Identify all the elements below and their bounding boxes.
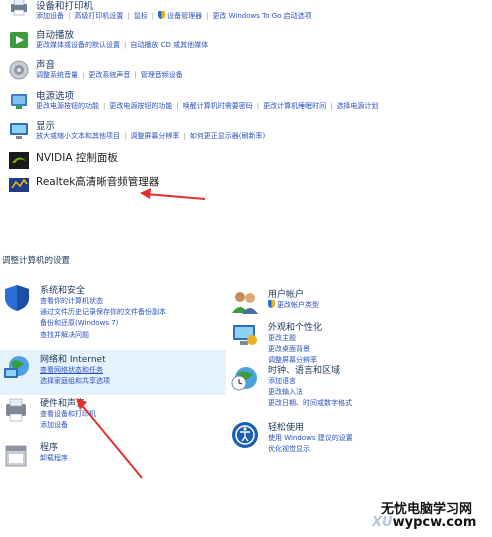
- link-network-status[interactable]: 查看网络状态和任务: [40, 365, 110, 376]
- link-recommended-settings[interactable]: 使用 Windows 建议的设置: [268, 433, 353, 444]
- link-autoplay-cd[interactable]: 自动播放 CD 或其他媒体: [130, 41, 208, 49]
- category-links: 添加语言 更改输入法 更改日期、时间或数字格式: [268, 376, 352, 410]
- link-desktop-background[interactable]: 更改桌面背景: [268, 344, 317, 355]
- link-resolution[interactable]: 调整屏幕分辨率: [130, 132, 179, 140]
- category-links: 更改媒体或设备的默认设置 | 自动播放 CD 或其他媒体: [36, 41, 209, 49]
- category-title[interactable]: 自动播放: [36, 27, 74, 41]
- watermark-prefix: XU: [372, 515, 393, 530]
- category-nvidia[interactable]: NVIDIA 控制面板: [8, 148, 492, 169]
- link-device-manager[interactable]: 设备管理器: [167, 12, 202, 20]
- link-refresh-rate[interactable]: 如何更正显示器(刷新率): [190, 132, 265, 140]
- category-title[interactable]: 硬件和声音: [40, 396, 85, 409]
- category-links: 卸载程序: [40, 453, 68, 464]
- link-add-language[interactable]: 添加语言: [268, 376, 352, 387]
- watermark-domain: wypcw.com: [392, 515, 477, 530]
- category-title[interactable]: 电源选项: [36, 88, 74, 102]
- watermark-url: XUwypcw.com: [372, 515, 476, 530]
- category-devices-printers[interactable]: 设备和打印机 添加设备 | 高级打印机设置 | 鼠标 | 设备管理器 | 更改 Windows …: [8, 0, 492, 24]
- category-hardware-sound[interactable]: 硬件和声音 查看设备和打印机 添加设备: [2, 396, 222, 436]
- category-title[interactable]: 用户帐户: [268, 287, 304, 300]
- power-icon: [11, 94, 27, 109]
- category-title[interactable]: NVIDIA 控制面板: [36, 150, 118, 165]
- category-links: 查看设备和打印机 添加设备: [40, 409, 96, 431]
- link-media-defaults[interactable]: 更改媒体或设备的默认设置: [36, 41, 120, 49]
- category-links: 调整系统音量 | 更改系统声音 | 管理音频设备: [36, 71, 183, 79]
- link-homegroup[interactable]: 选择家庭组和共享选项: [40, 376, 110, 387]
- category-links: 更改帐户类型: [268, 300, 319, 311]
- link-uninstall[interactable]: 卸载程序: [40, 453, 68, 464]
- hardware-icon: [6, 398, 26, 422]
- realtek-icon: [9, 178, 29, 192]
- category-system-security[interactable]: 系统和安全 查看你的计算机状态 通过文件历史记录保存你的文件备份副本 备份和还原…: [2, 283, 222, 343]
- autoplay-icon: [10, 32, 28, 48]
- link-date-time-format[interactable]: 更改日期、时间或数字格式: [268, 398, 352, 409]
- category-programs[interactable]: 程序 卸载程序: [2, 440, 222, 480]
- category-user-accounts[interactable]: 用户帐户 更改帐户类型: [230, 287, 480, 317]
- category-links: 使用 Windows 建议的设置 优化视觉显示: [268, 433, 353, 455]
- category-realtek[interactable]: Realtek高清晰音频管理器: [8, 172, 492, 192]
- link-troubleshoot[interactable]: 查找并解决问题: [40, 330, 166, 341]
- ease-of-access-icon: [232, 422, 258, 448]
- category-ease-of-access[interactable]: 轻松使用 使用 Windows 建议的设置 优化视觉显示: [230, 420, 480, 460]
- link-computer-status[interactable]: 查看你的计算机状态: [40, 296, 166, 307]
- category-title[interactable]: 声音: [36, 57, 55, 71]
- link-backup-restore[interactable]: 备份和还原(Windows 7): [40, 318, 166, 329]
- link-text-size[interactable]: 放大或缩小文本和其他项目: [36, 132, 120, 140]
- category-clock-language-region[interactable]: 时钟、语言和区域 添加语言 更改输入法 更改日期、时间或数字格式: [230, 363, 480, 413]
- category-title[interactable]: 时钟、语言和区域: [268, 363, 340, 376]
- category-title[interactable]: 系统和安全: [40, 283, 85, 296]
- category-links: 查看网络状态和任务 选择家庭组和共享选项: [40, 365, 110, 387]
- category-title[interactable]: 轻松使用: [268, 420, 304, 433]
- link-sleep-time[interactable]: 更改计算机睡眠时间: [263, 102, 326, 110]
- category-network-internet[interactable]: 网络和 Internet 查看网络状态和任务 选择家庭组和共享选项: [2, 352, 222, 392]
- category-autoplay[interactable]: 自动播放 更改媒体或设备的默认设置 | 自动播放 CD 或其他媒体: [8, 27, 492, 53]
- printer-icon: [11, 0, 27, 16]
- speaker-icon: [9, 60, 29, 80]
- link-add-device[interactable]: 添加设备: [36, 12, 64, 20]
- link-advanced-printer[interactable]: 高级打印机设置: [74, 12, 123, 20]
- category-links: 更改主题 更改桌面背景 调整屏幕分辨率: [268, 333, 317, 367]
- category-title[interactable]: 外观和个性化: [268, 320, 322, 333]
- category-title[interactable]: 显示: [36, 118, 55, 132]
- link-wake-password[interactable]: 唤醒计算机时需要密码: [183, 102, 253, 110]
- network-icon: [4, 356, 29, 378]
- link-file-history[interactable]: 通过文件历史记录保存你的文件备份副本: [40, 307, 166, 318]
- link-account-type[interactable]: 更改帐户类型: [277, 301, 319, 309]
- category-display[interactable]: 显示 放大或缩小文本和其他项目 | 调整屏幕分辨率 | 如何更正显示器(刷新率): [8, 118, 492, 144]
- link-input-method[interactable]: 更改输入法: [268, 387, 352, 398]
- link-optimize-visual[interactable]: 优化视觉显示: [268, 444, 353, 455]
- clock-globe-icon: [231, 367, 257, 391]
- category-title[interactable]: Realtek高清晰音频管理器: [36, 174, 159, 189]
- display-icon: [10, 123, 28, 139]
- category-links: 放大或缩小文本和其他项目 | 调整屏幕分辨率 | 如何更正显示器(刷新率): [36, 132, 266, 140]
- top-category-panel: 设备和打印机 添加设备 | 高级打印机设置 | 鼠标 | 设备管理器 | 更改 Windows …: [0, 0, 492, 215]
- link-power-plan[interactable]: 选择电源计划: [336, 102, 378, 110]
- link-power-button-1[interactable]: 更改电源按钮的功能: [36, 102, 99, 110]
- uac-shield-icon: [268, 300, 275, 308]
- category-power[interactable]: 电源选项 更改电源按钮的功能 | 更改电源按钮的功能 | 唤醒计算机时需要密码 | 更改计算…: [8, 88, 492, 114]
- link-devices-printers[interactable]: 查看设备和打印机: [40, 409, 96, 420]
- users-icon: [232, 292, 258, 314]
- nvidia-icon: [9, 152, 29, 169]
- shield-icon: [5, 285, 29, 311]
- link-mouse[interactable]: 鼠标: [134, 12, 148, 20]
- category-links: 添加设备 | 高级打印机设置 | 鼠标 | 设备管理器 | 更改 Windows To Go 启…: [36, 11, 312, 20]
- link-windows-to-go[interactable]: 更改 Windows To Go 启动选项: [212, 12, 311, 20]
- link-audio-devices[interactable]: 管理音频设备: [141, 71, 183, 79]
- link-power-button-2[interactable]: 更改电源按钮的功能: [109, 102, 172, 110]
- section-heading: 调整计算机的设置: [2, 256, 71, 266]
- category-links: 更改电源按钮的功能 | 更改电源按钮的功能 | 唤醒计算机时需要密码 | 更改计算机睡眠时间…: [36, 102, 379, 110]
- link-add-device[interactable]: 添加设备: [40, 420, 96, 431]
- programs-icon: [5, 445, 27, 467]
- uac-shield-icon: [158, 11, 166, 19]
- link-change-theme[interactable]: 更改主题: [268, 333, 317, 344]
- link-volume[interactable]: 调整系统音量: [36, 71, 78, 79]
- link-system-sounds[interactable]: 更改系统声音: [88, 71, 130, 79]
- category-appearance[interactable]: 外观和个性化 更改主题 更改桌面背景 调整屏幕分辨率: [230, 320, 480, 364]
- category-title[interactable]: 网络和 Internet: [40, 352, 106, 365]
- category-title[interactable]: 程序: [40, 440, 58, 453]
- appearance-icon: [233, 325, 257, 345]
- category-links: 查看你的计算机状态 通过文件历史记录保存你的文件备份副本 备份和还原(Windo…: [40, 296, 166, 341]
- category-sound[interactable]: 声音 调整系统音量 | 更改系统声音 | 管理音频设备: [8, 57, 492, 83]
